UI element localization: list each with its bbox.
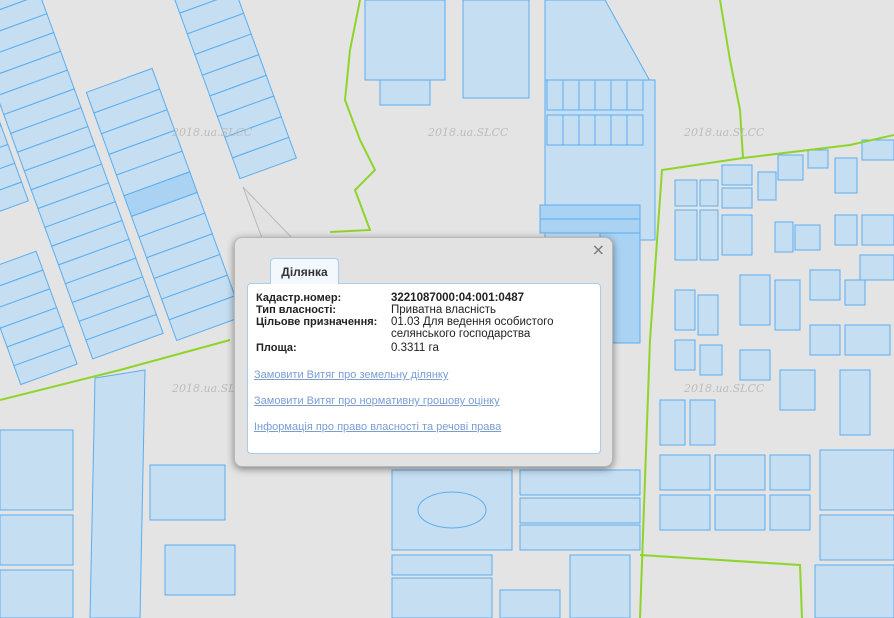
close-icon[interactable]: × bbox=[592, 242, 605, 258]
cadastral-number-value: 3221087000:04:001:0487 bbox=[391, 292, 525, 304]
tab-parcel[interactable]: Ділянка bbox=[270, 258, 339, 284]
ownership-type-label: Тип власності: bbox=[256, 304, 337, 316]
parcel-info-popup[interactable]: × Ділянка Кадастр.номер: 3221087000:04:0… bbox=[234, 237, 613, 467]
order-parcel-extract-link[interactable]: Замовити Витяг про земельну ділянку bbox=[254, 369, 448, 381]
parcel-info-panel: Кадастр.номер: 3221087000:04:001:0487 Ти… bbox=[247, 283, 601, 454]
ownership-rights-info-link[interactable]: Інформація про право власності та речові… bbox=[254, 421, 501, 433]
area-label: Площа: bbox=[256, 342, 297, 354]
cadastral-number-label: Кадастр.номер: bbox=[256, 292, 342, 304]
ownership-type-value: Приватна власність bbox=[391, 304, 497, 316]
area-value: 0.3311 га bbox=[391, 342, 439, 354]
order-valuation-extract-link[interactable]: Замовити Витяг про нормативну грошову оц… bbox=[254, 395, 500, 407]
purpose-value: 01.03 Для ведення особистого селянського… bbox=[391, 316, 554, 340]
purpose-label: Цільове призначення: bbox=[256, 316, 378, 328]
